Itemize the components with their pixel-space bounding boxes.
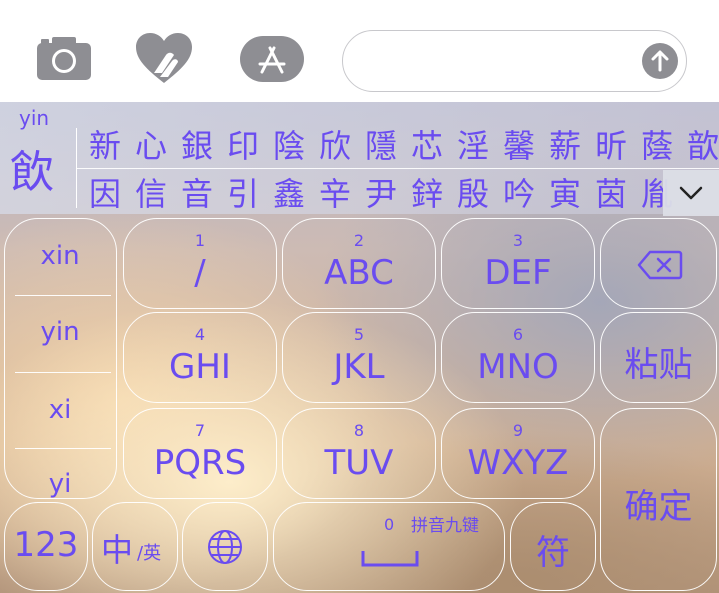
candidate-character[interactable]: 淫 [450, 126, 496, 166]
pinyin-suggestion-list: xin yin xi yi [4, 218, 117, 499]
key-number: 6 [512, 325, 524, 344]
numbers-button[interactable]: 123 [4, 502, 88, 591]
candidate-character[interactable]: 殷 [450, 174, 496, 214]
language-switch-button[interactable]: 中 /英 [92, 502, 178, 591]
key-letters: JKL [333, 347, 385, 387]
key-letters: GHI [169, 347, 231, 387]
candidate-character[interactable]: 鑫 [266, 174, 312, 214]
send-arrow-icon [651, 50, 669, 72]
chevron-down-icon [679, 186, 703, 200]
candidate-bar: yin 飲 新心銀印陰欣隱芯淫馨薪昕蔭歆 因信音引鑫辛尹鋅殷吟寅茵胤 [0, 102, 719, 216]
key-letters: ABC [324, 253, 394, 293]
key-1[interactable]: 1 / [123, 218, 277, 309]
space-number: 0 [384, 515, 395, 534]
key-letters: DEF [484, 253, 552, 293]
candidate-character[interactable]: 尹 [358, 174, 404, 214]
pinyin-option-yin[interactable]: yin [5, 317, 115, 347]
send-button[interactable] [642, 43, 678, 79]
key-letters: WXYZ [467, 443, 569, 483]
paste-button[interactable]: 粘贴 [600, 312, 717, 403]
key-number: 9 [512, 421, 524, 440]
confirm-label: 确定 [624, 487, 693, 527]
pinyin-divider [15, 448, 111, 449]
current-candidate[interactable]: 飲 [10, 136, 54, 200]
pinyin-divider [15, 295, 111, 296]
candidate-character[interactable]: 陰 [266, 126, 312, 166]
key-letters: PQRS [153, 443, 247, 483]
language-sub-label: /英 [137, 543, 162, 564]
candidate-character[interactable]: 欣 [312, 126, 358, 166]
pinyin-option-xi[interactable]: xi [5, 395, 115, 425]
confirm-button[interactable]: 确定 [600, 408, 717, 591]
key-number: 8 [353, 421, 365, 440]
message-bar [0, 0, 719, 102]
candidate-character[interactable]: 銀 [174, 126, 220, 166]
language-main-label: 中 [101, 531, 134, 569]
candidate-character[interactable]: 昕 [588, 126, 634, 166]
candidate-character[interactable]: 引 [220, 174, 266, 214]
key-6[interactable]: 6 MNO [441, 312, 595, 403]
expand-candidates-button[interactable] [663, 170, 719, 216]
symbols-button[interactable]: 符 [510, 502, 596, 591]
candidate-character[interactable]: 歆 [680, 126, 719, 166]
paste-label: 粘贴 [624, 345, 693, 385]
key-3[interactable]: 3 DEF [441, 218, 595, 309]
pinyin-divider [15, 372, 111, 373]
candidate-row-divider [76, 168, 719, 169]
candidate-character[interactable]: 辛 [312, 174, 358, 214]
camera-icon[interactable] [37, 36, 91, 80]
candidate-character[interactable]: 印 [220, 126, 266, 166]
symbols-label: 符 [536, 533, 570, 573]
candidate-character[interactable]: 寅 [542, 174, 588, 214]
candidate-character[interactable]: 信 [128, 174, 174, 214]
candidate-character[interactable]: 芯 [404, 126, 450, 166]
candidate-row-2: 因信音引鑫辛尹鋅殷吟寅茵胤 [82, 174, 680, 214]
candidate-character[interactable]: 薪 [542, 126, 588, 166]
candidate-character[interactable]: 蔭 [634, 126, 680, 166]
key-2[interactable]: 2 ABC [282, 218, 436, 309]
candidate-character[interactable]: 心 [128, 126, 174, 166]
key-number: 3 [512, 231, 524, 250]
key-number: 5 [353, 325, 365, 344]
globe-icon [208, 530, 242, 564]
globe-button[interactable] [182, 502, 268, 591]
key-number: 4 [194, 325, 206, 344]
key-number: 2 [353, 231, 365, 250]
backspace-icon [637, 250, 683, 280]
pinyin-option-xin[interactable]: xin [5, 241, 115, 271]
pinyin-option-yi[interactable]: yi [5, 469, 115, 498]
space-keyboard-label: 拼音九键 [411, 516, 479, 536]
key-letters: MNO [477, 347, 559, 387]
key-letters: / [194, 253, 206, 293]
space-bar-icon [361, 551, 419, 567]
numbers-label: 123 [13, 525, 79, 565]
key-9[interactable]: 9 WXYZ [441, 408, 595, 499]
key-5[interactable]: 5 JKL [282, 312, 436, 403]
candidate-character[interactable]: 馨 [496, 126, 542, 166]
digital-touch-heart-icon[interactable] [136, 33, 192, 85]
delete-button[interactable] [600, 218, 717, 309]
message-input[interactable] [342, 30, 687, 92]
pinyin-keyboard: yin 飲 新心銀印陰欣隱芯淫馨薪昕蔭歆 因信音引鑫辛尹鋅殷吟寅茵胤 xin y… [0, 102, 719, 593]
key-8[interactable]: 8 TUV [282, 408, 436, 499]
candidate-character[interactable]: 茵 [588, 174, 634, 214]
candidate-character[interactable]: 吟 [496, 174, 542, 214]
key-4[interactable]: 4 GHI [123, 312, 277, 403]
candidate-character[interactable]: 隱 [358, 126, 404, 166]
candidate-character[interactable]: 新 [82, 126, 128, 166]
key-number: 7 [194, 421, 206, 440]
candidate-character[interactable]: 因 [82, 174, 128, 214]
key-7[interactable]: 7 PQRS [123, 408, 277, 499]
space-button[interactable]: 0 拼音九键 [273, 502, 505, 591]
candidate-character[interactable]: 鋅 [404, 174, 450, 214]
candidate-character[interactable]: 音 [174, 174, 220, 214]
pinyin-composition: yin [19, 106, 50, 130]
key-letters: TUV [324, 443, 394, 483]
app-store-icon[interactable] [240, 36, 304, 82]
candidate-row-1: 新心銀印陰欣隱芯淫馨薪昕蔭歆 [82, 126, 719, 166]
key-number: 1 [194, 231, 206, 250]
